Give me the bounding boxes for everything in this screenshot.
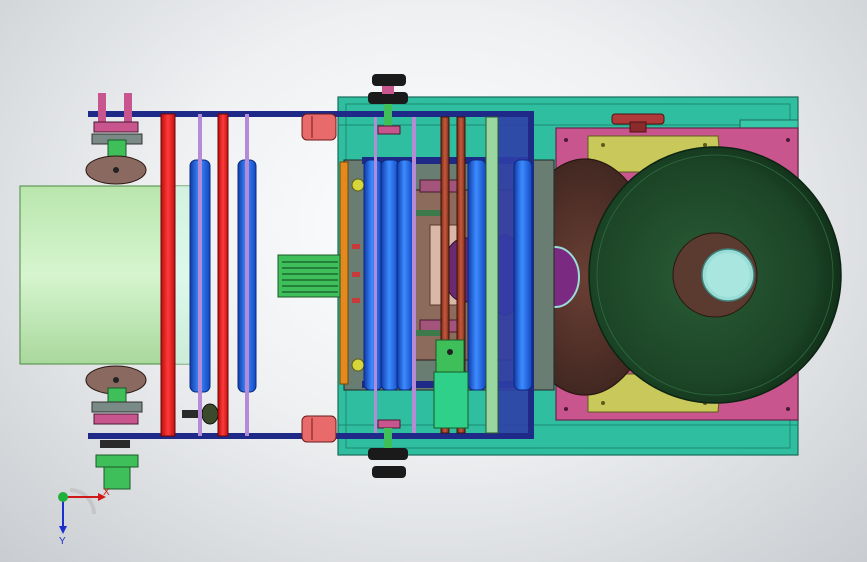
y-axis-label: Y — [59, 536, 66, 547]
green-gear-block[interactable] — [277, 254, 341, 298]
top-motor-cap[interactable] — [301, 113, 337, 141]
cad-viewport[interactable]: X Y — [0, 0, 867, 562]
blue-roller-1[interactable] — [189, 114, 211, 436]
sensor-block[interactable] — [433, 339, 469, 429]
axis-triad: X Y — [58, 487, 110, 547]
red-guide-roller-1[interactable] — [160, 113, 176, 437]
blue-roller-2[interactable] — [237, 114, 257, 436]
orange-side-strip — [339, 161, 349, 385]
bottom-left-bearing-assembly[interactable] — [85, 365, 147, 490]
x-axis-label: X — [103, 487, 110, 498]
assembly-drawing: X Y — [19, 74, 842, 547]
feed-material-roll[interactable] — [19, 185, 211, 365]
red-guide-roller-2[interactable] — [217, 113, 229, 437]
main-winding-drum[interactable] — [588, 146, 842, 404]
pale-green-slider[interactable] — [485, 116, 499, 434]
bottom-motor-cap[interactable] — [301, 415, 337, 443]
top-left-bearing-assembly[interactable] — [85, 93, 147, 185]
